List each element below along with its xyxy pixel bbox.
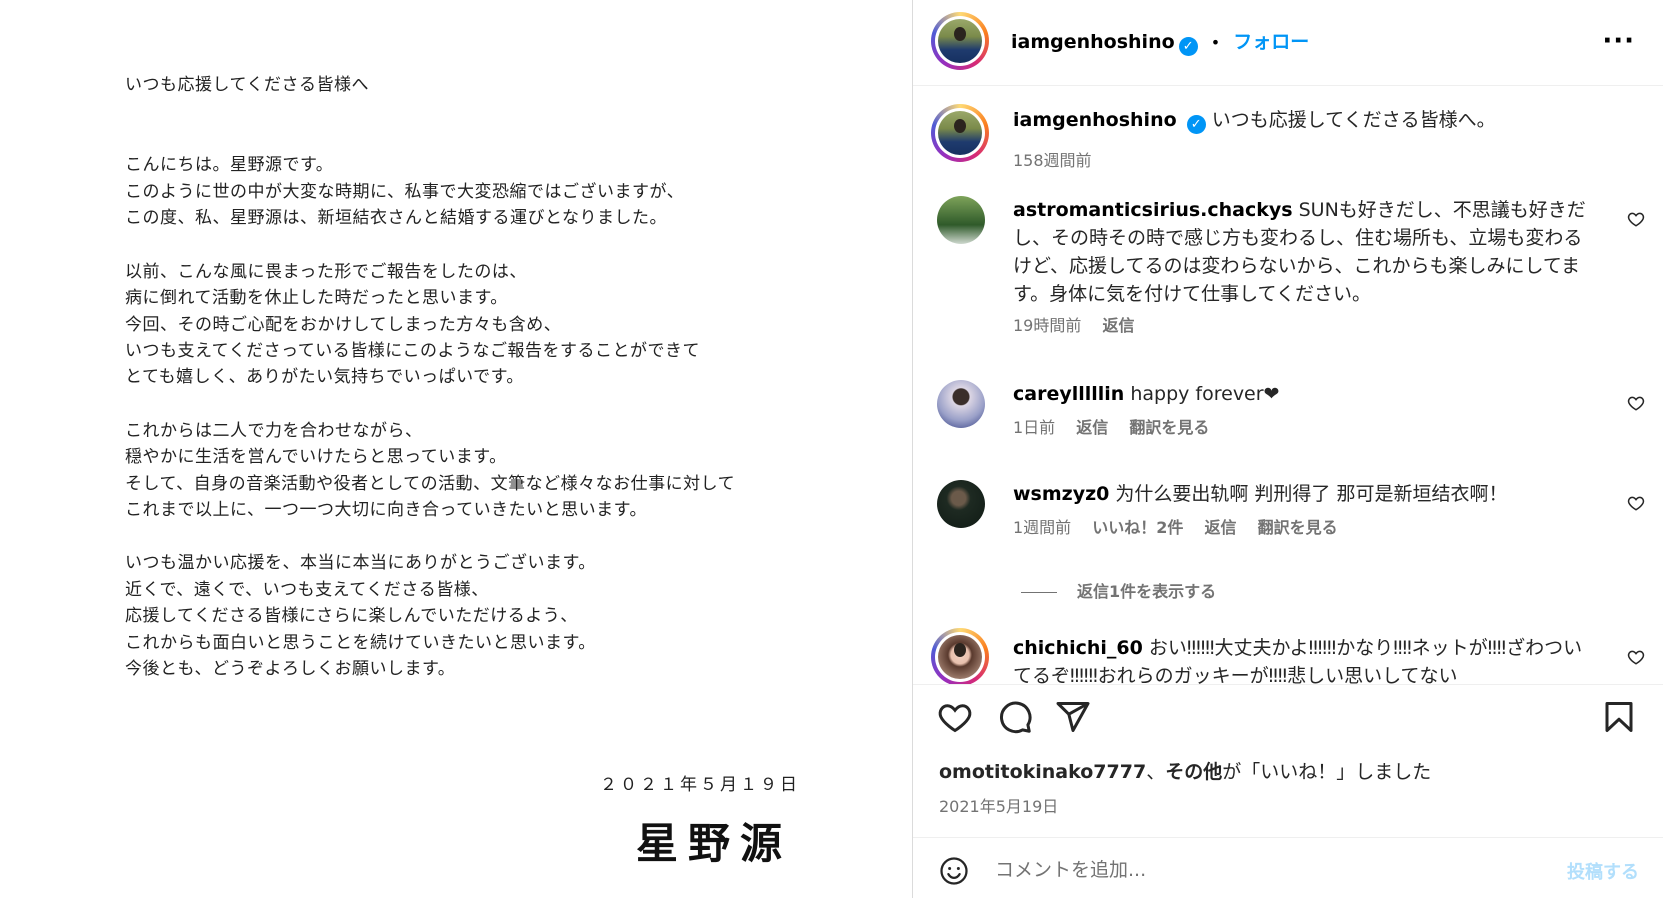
- comment-body: 为什么要出轨啊 判刑得了 那可是新垣结衣啊！: [1115, 483, 1508, 505]
- commenter-avatar[interactable]: [931, 628, 989, 684]
- commenter-avatar[interactable]: [937, 196, 985, 244]
- comment-username[interactable]: astromanticsirius.chackys: [1013, 199, 1293, 221]
- comment-bubble-icon[interactable]: [997, 699, 1033, 735]
- letter-line: 今回、その時ご心配をおかけしてしまった方々も含め、: [125, 315, 562, 335]
- liker-username[interactable]: omotitokinako7777: [939, 761, 1146, 783]
- caption-time[interactable]: 158週間前: [1013, 151, 1092, 170]
- emoji-icon[interactable]: [939, 856, 969, 886]
- post-image-letter: いつも応援してくださる皆様へ こんにちは。星野源です。 このように世の中が大変な…: [0, 0, 912, 898]
- letter-line: 以前、こんな風に畏まった形でご報告をしたのは、: [125, 262, 527, 282]
- post-date[interactable]: 2021年5月19日: [939, 793, 1058, 817]
- likes-suffix: が「いいね！」しました: [1222, 761, 1432, 783]
- reply-button[interactable]: 返信: [1102, 316, 1134, 335]
- header-user-row: iamgenhoshino ✓ • フォロー: [1011, 27, 1309, 56]
- like-comment-heart-icon[interactable]: [1627, 494, 1645, 512]
- letter-line: こんにちは。星野源です。: [125, 155, 334, 175]
- reply-button[interactable]: 返信: [1205, 518, 1237, 537]
- header-separator: •: [1210, 33, 1221, 52]
- comment-meta: 19時間前 返信: [1013, 312, 1150, 336]
- letter-date: ２０２１年５月１９日: [600, 775, 800, 795]
- see-translation-button[interactable]: 翻訳を見る: [1258, 518, 1338, 537]
- comment-time[interactable]: 1週間前: [1013, 518, 1071, 537]
- add-comment-bar: 投稿する: [913, 837, 1663, 899]
- comment-time[interactable]: 19時間前: [1013, 316, 1081, 335]
- letter-line: 応援してくださる皆様にさらに楽しんでいただけるよう、: [125, 606, 578, 626]
- commenter-avatar[interactable]: [937, 480, 985, 528]
- letter-line: いつも支えてくださっている皆様にこのようなご報告をすることができて: [125, 341, 700, 361]
- like-comment-heart-icon[interactable]: [1627, 648, 1645, 666]
- comment-text: wsmzyz0 为什么要出轨啊 判刑得了 那可是新垣结衣啊！: [1013, 480, 1588, 508]
- header-username[interactable]: iamgenhoshino: [1011, 31, 1175, 53]
- share-send-icon[interactable]: [1055, 699, 1091, 735]
- see-translation-button[interactable]: 翻訳を見る: [1129, 418, 1209, 437]
- like-comment-heart-icon[interactable]: [1627, 394, 1645, 412]
- post-comment-button[interactable]: 投稿する: [1567, 858, 1639, 884]
- caption-body: いつも応援してくださる皆様へ。: [1211, 109, 1496, 131]
- comments-list[interactable]: iamgenhoshino ✓ いつも応援してくださる皆様へ。 158週間前 as…: [913, 86, 1663, 684]
- comment-likes-count[interactable]: いいね！2件: [1092, 518, 1183, 537]
- author-avatar[interactable]: [931, 104, 989, 162]
- more-horizontal-icon[interactable]: ···: [1602, 26, 1635, 56]
- letter-line: 近くで、遠くで、いつも支えてくださる皆様、: [125, 580, 489, 600]
- verified-badge-icon: ✓: [1186, 115, 1206, 134]
- comment-text: chichichi_60 おい‼‼‼大丈夫かよ‼‼‼かなり‼‼ネットが‼‼ざわつい…: [1013, 634, 1588, 684]
- reply-button[interactable]: 返信: [1076, 418, 1108, 437]
- letter-line: そして、自身の音楽活動や役者としての活動、文筆など様々なお仕事に対して: [125, 474, 736, 494]
- letter-line: 今後とも、どうぞよろしくお願いします。: [125, 659, 456, 679]
- letter-line: これからは二人で力を合わせながら、: [125, 421, 423, 441]
- letter-line: このように世の中が大変な時期に、私事で大変恐縮ではございますが、: [125, 182, 685, 202]
- view-replies-label: 返信1件を表示する: [1077, 582, 1217, 601]
- comment-text: astromanticsirius.chackys SUNも好きだし、不思議も好き…: [1013, 196, 1588, 308]
- caption-username[interactable]: iamgenhoshino: [1013, 109, 1177, 131]
- letter-line: とても嬉しく、ありがたい気持ちでいっぱいです。: [125, 367, 524, 387]
- like-heart-icon[interactable]: [937, 699, 973, 735]
- letter-signature: 星野源: [636, 819, 793, 868]
- likes-separator: 、: [1146, 761, 1166, 783]
- letter-line: いつも応援してくださる皆様へ: [125, 75, 369, 95]
- commenter-avatar[interactable]: [937, 380, 985, 428]
- verified-badge-icon: ✓: [1178, 37, 1198, 56]
- letter-line: いつも温かい応援を、本当に本当にありがとうございます。: [125, 553, 596, 573]
- letter-line: これまで以上に、一つ一つ大切に向き合っていきたいと思います。: [125, 500, 647, 520]
- comment-username[interactable]: careylllllin: [1013, 383, 1124, 405]
- letter-line: この度、私、星野源は、新垣結衣さんと結婚する運びとなりました。: [125, 208, 667, 228]
- letter-line: 病に倒れて活動を休止した時だったと思います。: [125, 288, 508, 308]
- post-side-panel: iamgenhoshino ✓ • フォロー ··· iamgenhoshino ✓…: [912, 0, 1663, 898]
- comment-meta: 1週間前 いいね！2件 返信 翻訳を見る: [1013, 514, 1354, 538]
- comment-body: happy forever❤: [1130, 383, 1280, 405]
- like-comment-heart-icon[interactable]: [1627, 210, 1645, 228]
- letter-line: 穏やかに生活を営んでいけたらと思っています。: [125, 447, 507, 467]
- likes-others-link[interactable]: その他: [1165, 761, 1222, 783]
- caption-text: iamgenhoshino ✓ いつも応援してくださる皆様へ。: [1013, 106, 1588, 134]
- replies-divider: [1021, 592, 1057, 593]
- post-actions-bar: [913, 684, 1663, 745]
- comment-time[interactable]: 1日前: [1013, 418, 1055, 437]
- author-avatar[interactable]: [931, 12, 989, 70]
- view-replies-button[interactable]: 返信1件を表示する: [1013, 578, 1216, 602]
- post-header: iamgenhoshino ✓ • フォロー ···: [913, 0, 1663, 86]
- comment-text: careylllllin happy forever❤: [1013, 380, 1588, 408]
- comment-meta: 1日前 返信 翻訳を見る: [1013, 414, 1225, 438]
- likes-summary: omotitokinako7777、その他が「いいね！」しました: [939, 757, 1431, 784]
- follow-button[interactable]: フォロー: [1233, 31, 1309, 53]
- letter-line: これからも面白いと思うことを続けていきたいと思います。: [125, 633, 596, 653]
- caption-meta: 158週間前: [1013, 147, 1108, 171]
- bookmark-icon[interactable]: [1601, 699, 1637, 735]
- comment-username[interactable]: chichichi_60: [1013, 637, 1143, 659]
- comment-input[interactable]: [993, 854, 1517, 886]
- comment-username[interactable]: wsmzyz0: [1013, 483, 1109, 505]
